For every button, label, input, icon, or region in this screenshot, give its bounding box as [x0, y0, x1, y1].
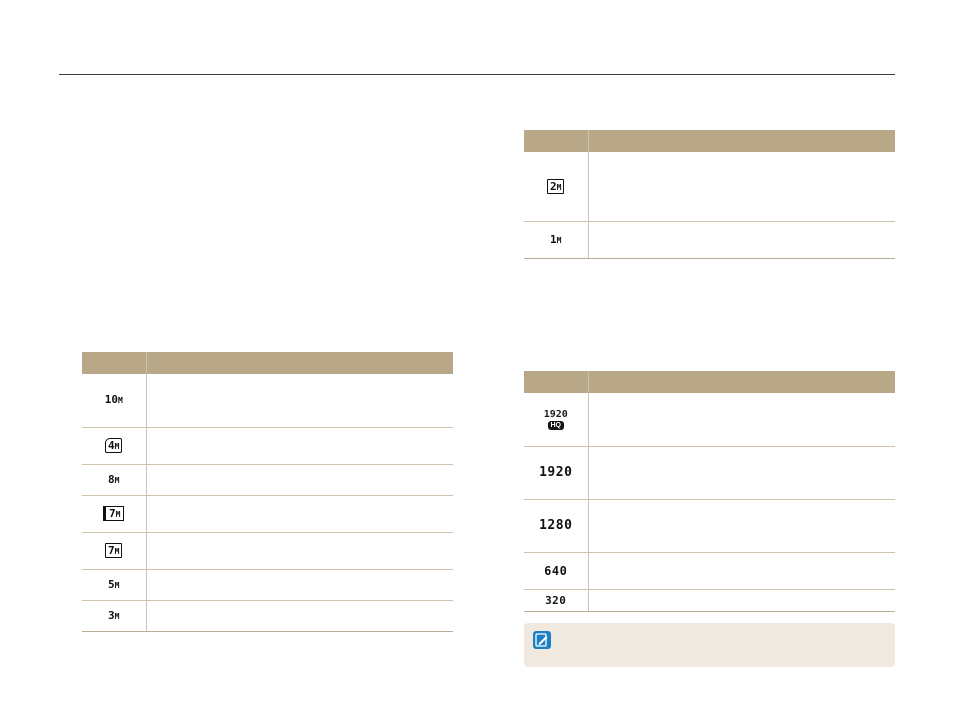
table-header-row — [524, 130, 895, 152]
row-description — [146, 427, 453, 465]
table-header-row — [524, 371, 895, 393]
table-row: 1M — [524, 221, 895, 259]
4m-wide-size-icon: 4M — [105, 438, 123, 453]
row-description — [146, 495, 453, 533]
table-row: 8M — [82, 464, 453, 496]
table-header-desc-col — [146, 352, 453, 374]
table-header-icon-col — [524, 371, 589, 393]
table-row: 1920 — [524, 446, 895, 500]
2m-wide-size-icon: 2M — [547, 178, 565, 194]
row-description — [146, 532, 453, 570]
table-header-desc-col — [588, 130, 895, 152]
row-description — [588, 499, 895, 553]
3m-size-icon: 3M — [108, 608, 120, 622]
8m-size-icon: 8M — [108, 472, 120, 486]
row-description — [146, 569, 453, 601]
320-size-icon: 320 — [545, 593, 567, 607]
row-description — [146, 374, 453, 428]
table-header-icon-col — [82, 352, 147, 374]
7m-wide-size-icon: 7M — [103, 506, 125, 521]
table-row: 7M — [82, 532, 453, 570]
top-divider-rule — [59, 74, 895, 75]
table-row: 3M — [82, 600, 453, 632]
row-description — [146, 600, 453, 632]
video-size-table: 1920 HQ 1920 1280 640 320 — [524, 371, 895, 612]
table-row: 640 — [524, 552, 895, 590]
photo-size-table: 10M 4M 8M 7M 7M 5M 3M — [82, 352, 453, 632]
1280-size-icon: 1280 — [539, 518, 573, 533]
table-row: 4M — [82, 427, 453, 465]
640-size-icon: 640 — [544, 563, 568, 578]
table-header-icon-col — [524, 130, 589, 152]
table-row: 2M — [524, 152, 895, 222]
row-description — [588, 552, 895, 590]
note-box — [524, 623, 895, 667]
table-row: 1280 — [524, 499, 895, 553]
table-row: 7M — [82, 495, 453, 533]
row-description — [588, 152, 895, 222]
table-row: 5M — [82, 569, 453, 601]
row-description — [146, 464, 453, 496]
1920-hq-size-icon: 1920 HQ — [543, 409, 568, 431]
7m-size-icon: 7M — [105, 543, 123, 558]
1m-size-icon: 1M — [550, 232, 562, 246]
10m-size-icon: 10M — [104, 393, 123, 407]
row-description — [588, 393, 895, 447]
table-header-row — [82, 352, 453, 374]
table-row: 1920 HQ — [524, 393, 895, 447]
row-description — [588, 446, 895, 500]
table-row: 10M — [82, 374, 453, 428]
table-row: 320 — [524, 589, 895, 612]
photo-size-table-continued: 2M 1M — [524, 130, 895, 259]
row-description — [588, 221, 895, 259]
note-pencil-icon — [533, 631, 551, 649]
table-header-desc-col — [588, 371, 895, 393]
1920-size-icon: 1920 — [539, 465, 573, 480]
row-description — [588, 589, 895, 612]
5m-size-icon: 5M — [108, 577, 120, 591]
